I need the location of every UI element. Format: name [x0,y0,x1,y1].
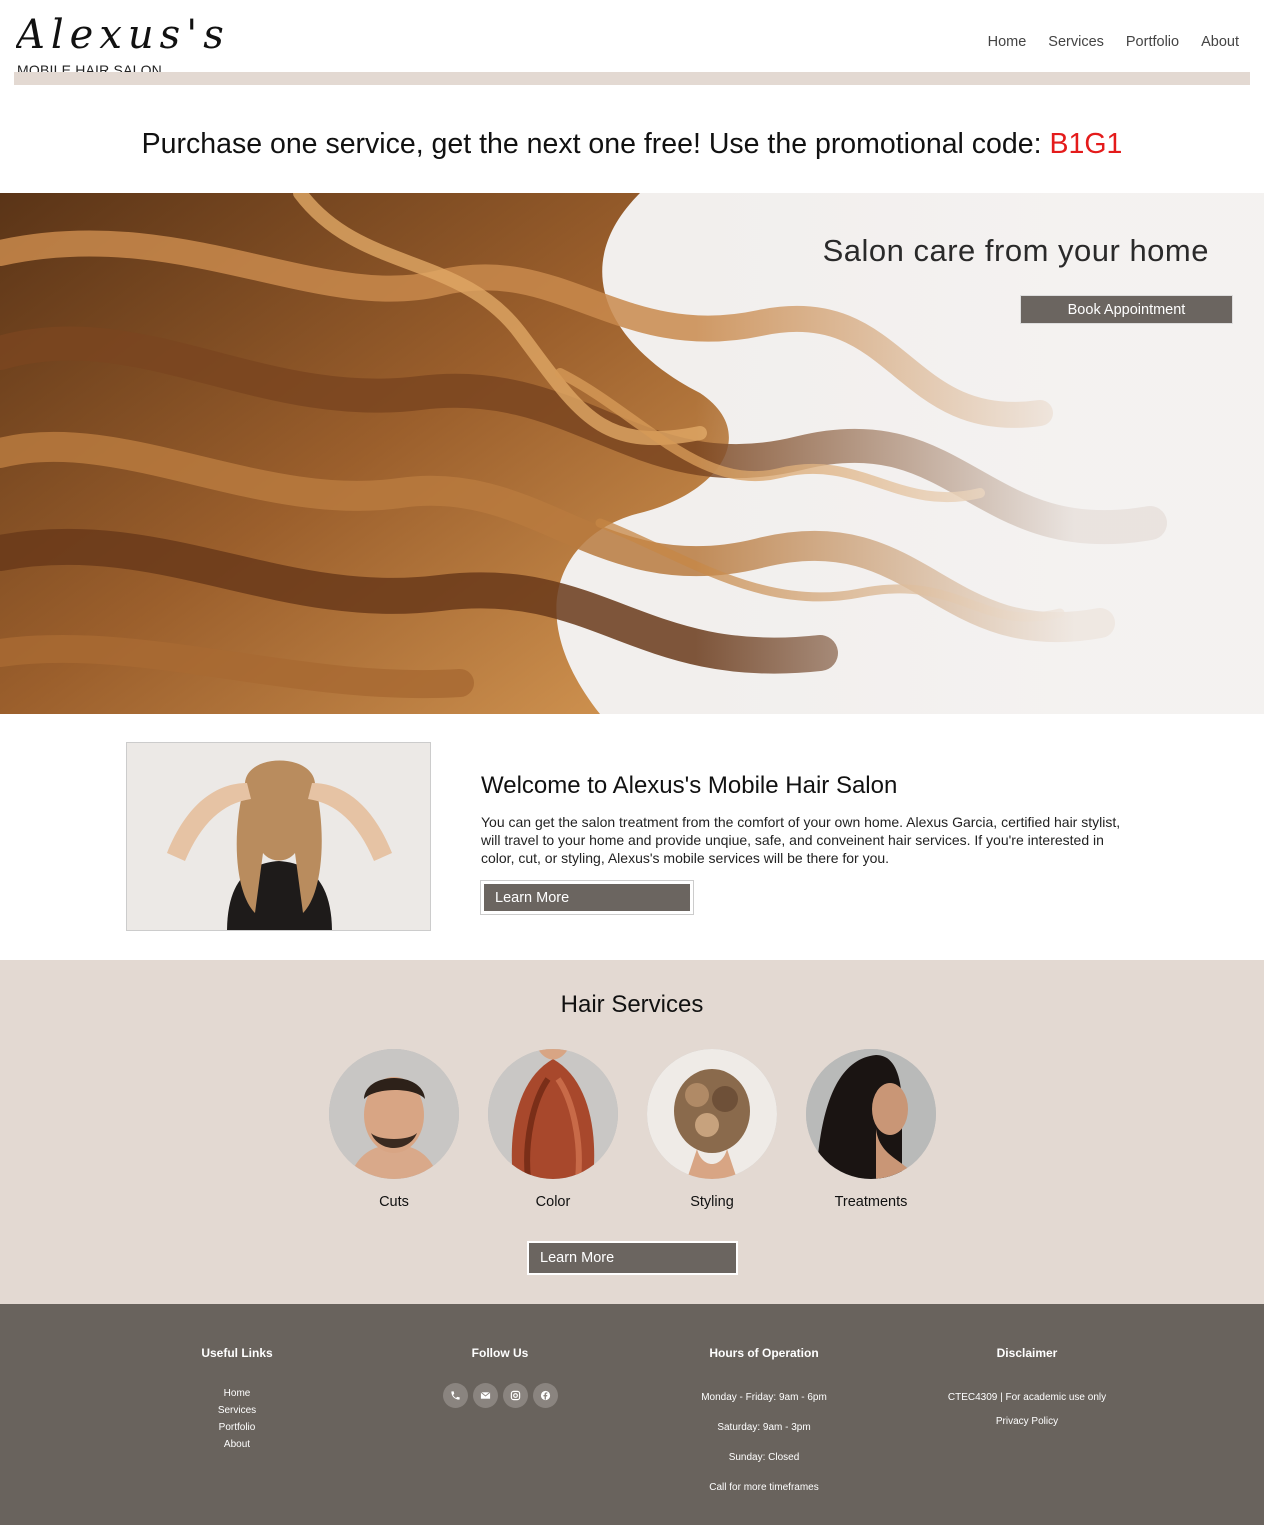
logo[interactable]: Alexus's MOBILE HAIR SALON [16,8,266,78]
facebook-icon[interactable] [532,1383,558,1408]
svg-text:Alexus's: Alexus's [16,12,230,56]
treatments-photo [806,1049,936,1179]
promo-code: B1G1 [1049,128,1123,160]
service-label-styling: Styling [690,1194,734,1210]
privacy-policy-link[interactable]: Privacy Policy [897,1416,1157,1427]
nav-about[interactable]: About [1201,34,1239,50]
footer-link-services[interactable]: Services [107,1402,367,1419]
useful-links-title: Useful Links [201,1346,273,1360]
service-styling[interactable]: Styling [647,1049,777,1210]
service-label-color: Color [535,1194,571,1210]
welcome-photo [126,742,431,931]
disclaimer-title: Disclaimer [996,1346,1058,1360]
learn-more-button[interactable]: Learn More [480,880,694,915]
main-nav: Home Services Portfolio About [988,34,1239,50]
nav-home[interactable]: Home [988,34,1027,50]
hero-hair-image [0,193,1264,714]
services-title: Hair Services [560,991,704,1018]
follow-us-title: Follow Us [471,1346,529,1360]
email-icon[interactable] [472,1383,498,1408]
hours-sunday: Sunday: Closed [728,1452,800,1463]
welcome-title: Welcome to Alexus's Mobile Hair Salon [481,772,898,799]
promo-text: Purchase one service, get the next one f… [141,128,1050,160]
footer-link-portfolio[interactable]: Portfolio [107,1419,367,1436]
footer-follow-us: Follow Us [370,1346,630,1408]
logo-script: Alexus's [16,12,230,56]
hours-call-note: Call for more timeframes [709,1482,819,1493]
hours-title: Hours of Operation [709,1346,819,1360]
services-learn-more-button[interactable]: Learn More [527,1241,738,1275]
service-color[interactable]: Color [488,1049,618,1210]
nav-services[interactable]: Services [1048,34,1104,50]
hero-title: Salon care from your home [822,233,1209,268]
promo-banner: Purchase one service, get the next one f… [0,128,1264,161]
instagram-icon[interactable] [502,1383,528,1408]
nav-portfolio[interactable]: Portfolio [1126,34,1179,50]
footer-useful-links: Useful Links Home Services Portfolio Abo… [107,1346,367,1453]
cuts-photo [329,1049,459,1179]
welcome-body: You can get the salon treatment from the… [481,814,1121,866]
hair-services-section: Hair Services Cuts Color Styling Treatme… [0,960,1264,1304]
footer-hours: Hours of Operation Monday - Friday: 9am … [634,1346,894,1512]
site-footer: Useful Links Home Services Portfolio Abo… [0,1304,1264,1525]
disclaimer-text: CTEC4309 | For academic use only [947,1392,1107,1403]
site-header: Alexus's MOBILE HAIR SALON Home Services… [0,0,1264,86]
service-treatments[interactable]: Treatments [806,1049,936,1210]
service-cuts[interactable]: Cuts [329,1049,459,1210]
phone-icon[interactable] [442,1383,468,1408]
service-label-cuts: Cuts [379,1194,409,1210]
hero-banner: Salon care from your home Book Appointme… [0,193,1264,714]
footer-link-home[interactable]: Home [107,1385,367,1402]
color-photo [488,1049,618,1179]
service-label-treatments: Treatments [834,1194,908,1210]
hours-saturday: Saturday: 9am - 3pm [717,1422,811,1433]
hours-weekday: Monday - Friday: 9am - 6pm [701,1392,827,1403]
book-appointment-button[interactable]: Book Appointment [1020,295,1233,324]
styling-photo [647,1049,777,1179]
header-divider-bar [14,72,1250,85]
footer-link-about[interactable]: About [107,1436,367,1453]
footer-disclaimer: Disclaimer CTEC4309 | For academic use o… [897,1346,1157,1440]
